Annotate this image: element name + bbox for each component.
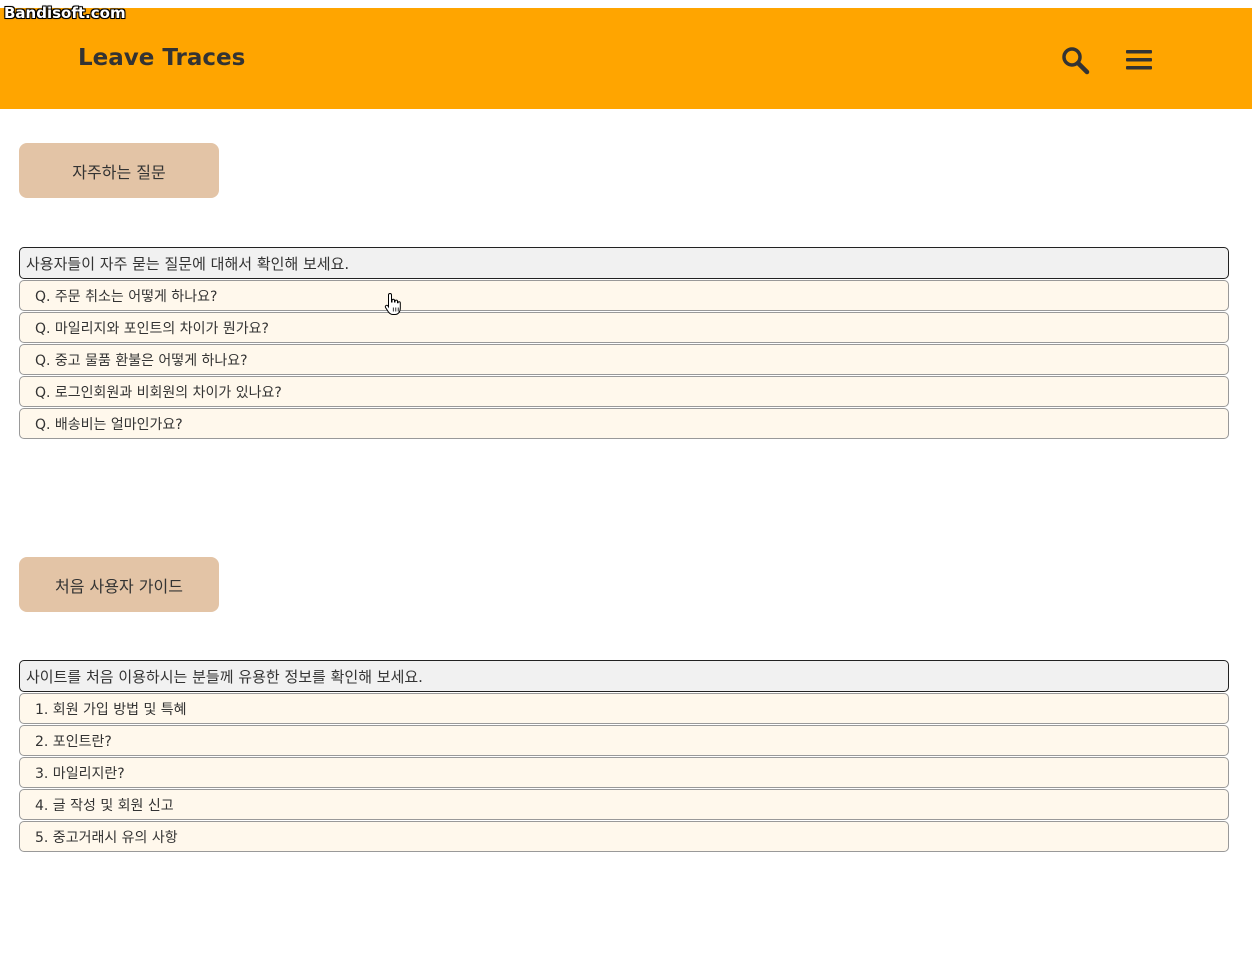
recorder-watermark: Bandisoft.com (4, 4, 126, 22)
site-header: Leave Traces (0, 8, 1252, 109)
hand-pointer-cursor-icon (384, 292, 402, 316)
faq-item[interactable]: Q. 로그인회원과 비회원의 차이가 있나요? (19, 376, 1229, 407)
guide-item[interactable]: 4. 글 작성 및 회원 신고 (19, 789, 1229, 820)
faq-section-button[interactable]: 자주하는 질문 (19, 143, 219, 198)
search-icon[interactable] (1059, 44, 1091, 76)
guide-item[interactable]: 5. 중고거래시 유의 사항 (19, 821, 1229, 852)
guide-item[interactable]: 3. 마일리지란? (19, 757, 1229, 788)
site-logo-text[interactable]: Leave Traces (78, 45, 245, 71)
faq-item[interactable]: Q. 배송비는 얼마인가요? (19, 408, 1229, 439)
guide-item[interactable]: 2. 포인트란? (19, 725, 1229, 756)
guide-heading: 사이트를 처음 이용하시는 분들께 유용한 정보를 확인해 보세요. (19, 660, 1229, 692)
guide-item[interactable]: 1. 회원 가입 방법 및 특혜 (19, 693, 1229, 724)
faq-item[interactable]: Q. 마일리지와 포인트의 차이가 뭔가요? (19, 312, 1229, 343)
faq-heading: 사용자들이 자주 묻는 질문에 대해서 확인해 보세요. (19, 247, 1229, 279)
faq-panel: 사용자들이 자주 묻는 질문에 대해서 확인해 보세요. Q. 주문 취소는 어… (19, 247, 1229, 439)
guide-panel: 사이트를 처음 이용하시는 분들께 유용한 정보를 확인해 보세요. 1. 회원… (19, 660, 1229, 852)
faq-item[interactable]: Q. 중고 물품 환불은 어떻게 하나요? (19, 344, 1229, 375)
guide-section-button[interactable]: 처음 사용자 가이드 (19, 557, 219, 612)
top-strip (0, 0, 1252, 8)
faq-item[interactable]: Q. 주문 취소는 어떻게 하나요? (19, 280, 1229, 311)
hamburger-menu-icon[interactable] (1123, 44, 1155, 76)
